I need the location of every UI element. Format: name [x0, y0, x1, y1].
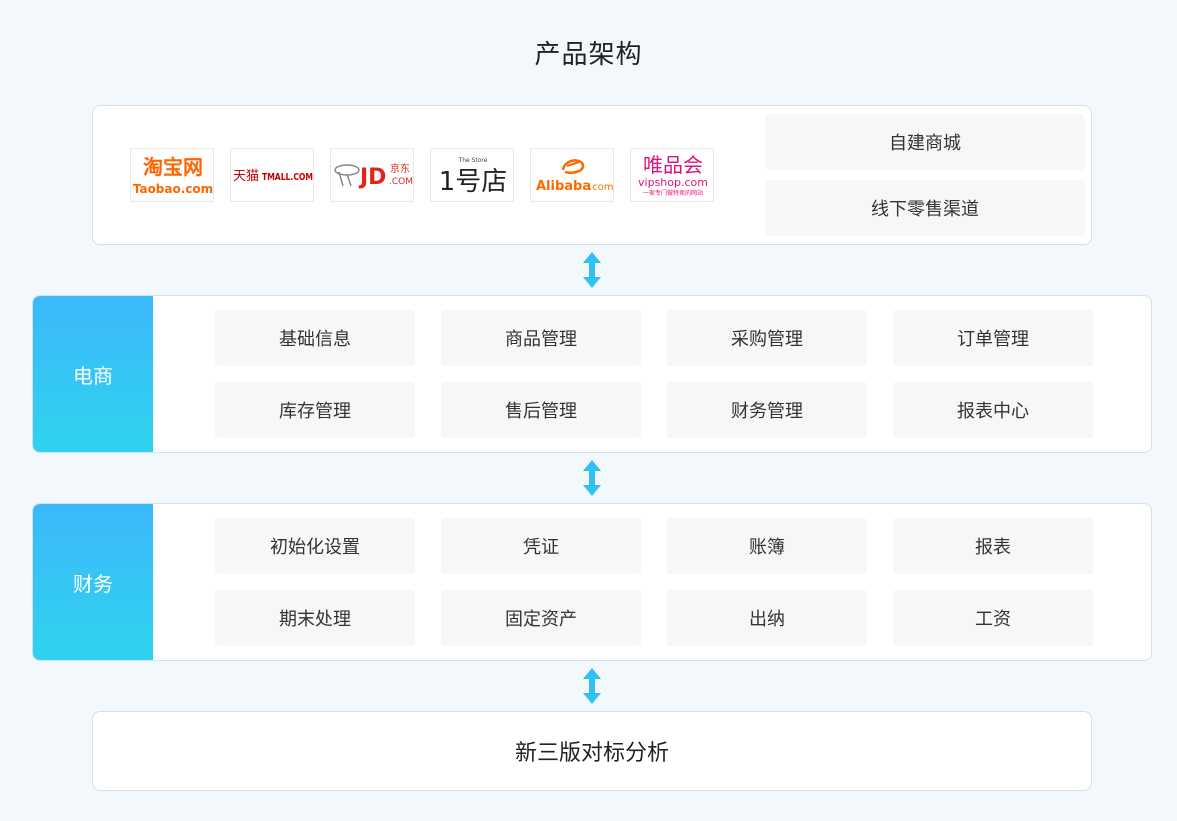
finance-item[interactable]: 期末处理: [215, 590, 415, 646]
jd-logo-domain: .COM: [389, 177, 413, 187]
ecommerce-items-grid: 基础信息 商品管理 采购管理 订单管理 库存管理 售后管理 财务管理 报表中心: [215, 310, 1093, 438]
own-mall-button[interactable]: 自建商城: [765, 114, 1085, 170]
taobao-logo[interactable]: 淘宝网 Taobao.com: [130, 148, 214, 202]
jd-logo[interactable]: JD 京东 .COM: [330, 148, 414, 202]
alibaba-smile-icon: [561, 159, 585, 174]
vipshop-logo[interactable]: 唯品会 vipshop.com 一家专门做特卖的网站: [630, 148, 714, 202]
ecommerce-module: 电商 基础信息 商品管理 采购管理 订单管理 库存管理 售后管理 财务管理 报表…: [32, 295, 1152, 453]
jd-dog-icon: [334, 164, 360, 187]
ecommerce-item[interactable]: 基础信息: [215, 310, 415, 366]
finance-item[interactable]: 工资: [893, 590, 1093, 646]
finance-item[interactable]: 初始化设置: [215, 518, 415, 574]
page-title: 产品架构: [534, 40, 643, 70]
yhd-logo-text: 1号店: [439, 167, 508, 197]
offline-retail-button[interactable]: 线下零售渠道: [765, 180, 1085, 236]
finance-item[interactable]: 账簿: [667, 518, 867, 574]
benchmark-analysis-box[interactable]: 新三版对标分析: [92, 711, 1092, 791]
double-arrow-icon: [583, 252, 601, 288]
alibaba-logo-domain: .com: [589, 182, 613, 193]
finance-item[interactable]: 报表: [893, 518, 1093, 574]
ecommerce-module-label: 电商: [33, 296, 153, 452]
yhd-logo-tagline: The Store: [458, 157, 488, 164]
jd-logo-text: JD: [358, 165, 386, 190]
finance-item[interactable]: 出纳: [667, 590, 867, 646]
taobao-logo-domain: Taobao.com: [133, 182, 213, 196]
yhd-logo[interactable]: The Store 1号店: [430, 148, 514, 202]
vipshop-logo-domain: vipshop.com: [638, 176, 708, 189]
ecommerce-item[interactable]: 订单管理: [893, 310, 1093, 366]
alibaba-logo-text: Alibaba: [536, 179, 591, 194]
finance-items-grid: 初始化设置 凭证 账簿 报表 期末处理 固定资产 出纳 工资: [215, 518, 1093, 646]
double-arrow-icon: [583, 460, 601, 496]
sales-channels-box: 淘宝网 Taobao.com 天猫 TMALL.COM JD 京东 .COM T…: [92, 105, 1092, 245]
ecommerce-item[interactable]: 财务管理: [667, 382, 867, 438]
ecommerce-item[interactable]: 报表中心: [893, 382, 1093, 438]
ecommerce-item[interactable]: 商品管理: [441, 310, 641, 366]
finance-item[interactable]: 固定资产: [441, 590, 641, 646]
ecommerce-item[interactable]: 采购管理: [667, 310, 867, 366]
platform-logos: 淘宝网 Taobao.com 天猫 TMALL.COM JD 京东 .COM T…: [130, 148, 714, 202]
finance-module: 财务 初始化设置 凭证 账簿 报表 期末处理 固定资产 出纳 工资: [32, 503, 1152, 661]
taobao-logo-text: 淘宝网: [143, 155, 203, 179]
tmall-logo-cn: 天猫: [233, 169, 259, 184]
ecommerce-item[interactable]: 售后管理: [441, 382, 641, 438]
jd-logo-cn: 京东: [390, 162, 410, 175]
finance-item[interactable]: 凭证: [441, 518, 641, 574]
tmall-logo[interactable]: 天猫 TMALL.COM: [230, 148, 314, 202]
tmall-logo-en: TMALL.COM: [262, 172, 313, 183]
alibaba-logo[interactable]: Alibaba .com: [530, 148, 614, 202]
vipshop-logo-text: 唯品会: [643, 153, 703, 177]
finance-module-label: 财务: [33, 504, 153, 660]
vipshop-logo-slogan: 一家专门做特卖的网站: [643, 189, 703, 197]
double-arrow-icon: [583, 668, 601, 704]
ecommerce-item[interactable]: 库存管理: [215, 382, 415, 438]
